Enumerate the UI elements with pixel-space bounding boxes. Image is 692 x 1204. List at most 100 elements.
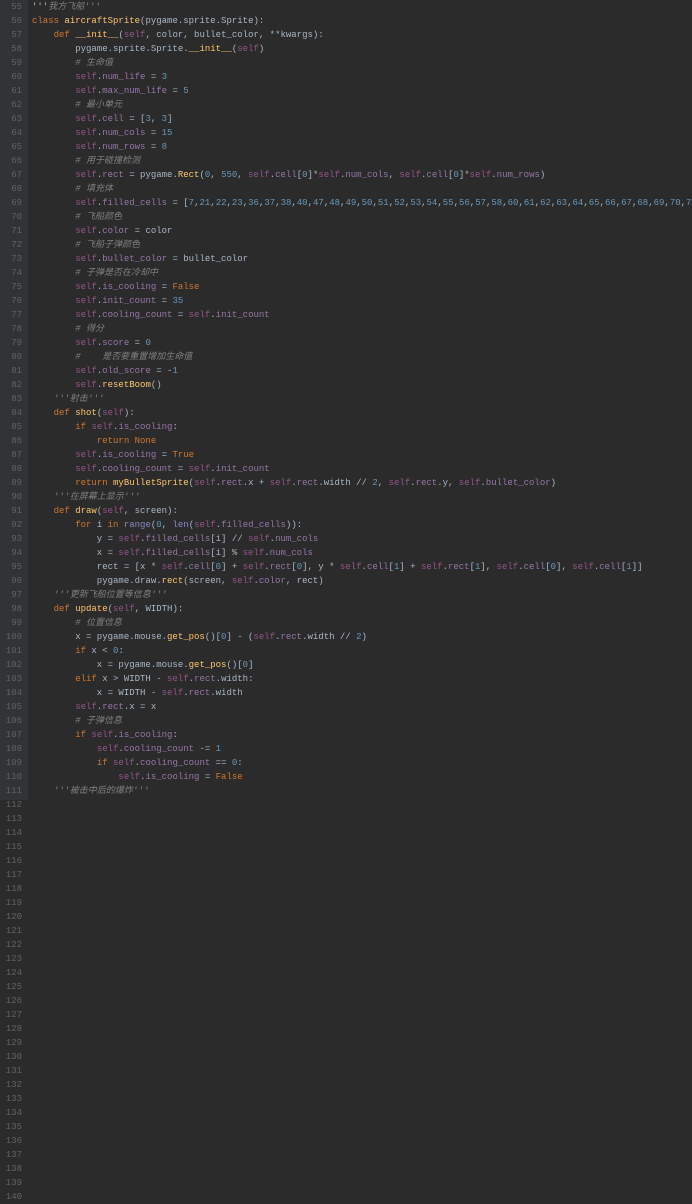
code-line[interactable]: self.num_rows = 8 (32, 140, 688, 154)
code-line[interactable]: class aircraftSprite(pygame.sprite.Sprit… (32, 14, 688, 28)
code-line[interactable]: self.is_cooling = True (32, 448, 688, 462)
line-number: 140 (4, 1190, 22, 1204)
line-number: 127 (4, 1008, 22, 1022)
line-number: 80 (4, 350, 22, 364)
code-line[interactable]: self.cooling_count -= 1 (32, 742, 688, 756)
line-number: 95 (4, 560, 22, 574)
code-line[interactable]: self.cooling_count = self.init_count (32, 462, 688, 476)
code-line[interactable]: '''我方飞船''' (32, 0, 688, 14)
code-line[interactable]: # 是否要重置增加生命值 (32, 350, 688, 364)
code-line[interactable]: # 填充体 (32, 182, 688, 196)
line-number: 130 (4, 1050, 22, 1064)
line-number: 100 (4, 630, 22, 644)
code-line[interactable]: self.resetBoom() (32, 378, 688, 392)
line-number: 109 (4, 756, 22, 770)
line-number: 137 (4, 1148, 22, 1162)
line-number: 94 (4, 546, 22, 560)
line-number: 69 (4, 196, 22, 210)
code-line[interactable]: # 子弹信息 (32, 714, 688, 728)
code-line[interactable]: def draw(self, screen): (32, 504, 688, 518)
line-number: 96 (4, 574, 22, 588)
code-line[interactable]: if self.is_cooling: (32, 728, 688, 742)
line-number: 92 (4, 518, 22, 532)
code-line[interactable]: # 用于碰撞检测 (32, 154, 688, 168)
code-line[interactable]: if self.is_cooling: (32, 420, 688, 434)
line-number: 73 (4, 252, 22, 266)
line-number: 61 (4, 84, 22, 98)
code-line[interactable]: # 最小单元 (32, 98, 688, 112)
code-line[interactable]: self.is_cooling = False (32, 280, 688, 294)
line-number: 134 (4, 1106, 22, 1120)
code-line[interactable]: self.num_life = 3 (32, 70, 688, 84)
line-number: 79 (4, 336, 22, 350)
code-line[interactable]: x = pygame.mouse.get_pos()[0] (32, 658, 688, 672)
line-number: 139 (4, 1176, 22, 1190)
code-line[interactable]: '''射击''' (32, 392, 688, 406)
code-line[interactable]: for i in range(0, len(self.filled_cells)… (32, 518, 688, 532)
code-line[interactable]: elif x > WIDTH - self.rect.width: (32, 672, 688, 686)
line-number: 124 (4, 966, 22, 980)
line-number: 77 (4, 308, 22, 322)
line-number: 138 (4, 1162, 22, 1176)
line-number: 67 (4, 168, 22, 182)
line-number: 135 (4, 1120, 22, 1134)
code-line[interactable]: self.color = color (32, 224, 688, 238)
code-line[interactable]: x = WIDTH - self.rect.width (32, 686, 688, 700)
code-line[interactable]: self.num_cols = 15 (32, 126, 688, 140)
code-line[interactable]: if x < 0: (32, 644, 688, 658)
code-line[interactable]: if self.cooling_count == 0: (32, 756, 688, 770)
line-number: 123 (4, 952, 22, 966)
code-line[interactable]: return myBulletSprite(self.rect.x + self… (32, 476, 688, 490)
code-line[interactable]: x = pygame.mouse.get_pos()[0] - (self.re… (32, 630, 688, 644)
code-line[interactable]: '''被击中后的爆炸''' (32, 784, 688, 798)
code-line[interactable]: def __init__(self, color, bullet_color, … (32, 28, 688, 42)
line-number: 59 (4, 56, 22, 70)
line-number: 72 (4, 238, 22, 252)
line-number: 91 (4, 504, 22, 518)
code-line[interactable]: self.rect.x = x (32, 700, 688, 714)
code-line[interactable]: self.bullet_color = bullet_color (32, 252, 688, 266)
code-line[interactable]: self.is_cooling = False (32, 770, 688, 784)
code-line[interactable]: # 飞船颜色 (32, 210, 688, 224)
code-line[interactable]: x = self.filled_cells[i] % self.num_cols (32, 546, 688, 560)
line-number: 70 (4, 210, 22, 224)
line-number: 64 (4, 126, 22, 140)
code-editor-content[interactable]: '''我方飞船'''class aircraftSprite(pygame.sp… (28, 0, 692, 800)
line-number: 125 (4, 980, 22, 994)
code-line[interactable]: def shot(self): (32, 406, 688, 420)
code-line[interactable]: self.score = 0 (32, 336, 688, 350)
code-line[interactable]: # 飞船子弹颜色 (32, 238, 688, 252)
line-number: 83 (4, 392, 22, 406)
code-line[interactable]: self.filled_cells = [7,21,22,23,36,37,38… (32, 196, 688, 210)
line-number: 75 (4, 280, 22, 294)
code-line[interactable]: self.rect = pygame.Rect(0, 550, self.cel… (32, 168, 688, 182)
code-line[interactable]: self.init_count = 35 (32, 294, 688, 308)
code-line[interactable]: self.cooling_count = self.init_count (32, 308, 688, 322)
code-line[interactable]: pygame.sprite.Sprite.__init__(self) (32, 42, 688, 56)
code-line[interactable]: return None (32, 434, 688, 448)
line-number: 85 (4, 420, 22, 434)
code-line[interactable]: # 得分 (32, 322, 688, 336)
code-line[interactable]: '''在屏幕上显示''' (32, 490, 688, 504)
code-line[interactable]: self.old_score = -1 (32, 364, 688, 378)
line-number: 136 (4, 1134, 22, 1148)
code-line[interactable]: rect = [x * self.cell[0] + self.rect[0],… (32, 560, 688, 574)
code-line[interactable]: self.max_num_life = 5 (32, 84, 688, 98)
line-number: 110 (4, 770, 22, 784)
code-line[interactable]: # 子弹是否在冷却中 (32, 266, 688, 280)
code-line[interactable]: '''更新飞船位置等信息''' (32, 588, 688, 602)
line-number: 88 (4, 462, 22, 476)
code-line[interactable]: self.cell = [3, 3] (32, 112, 688, 126)
line-number: 108 (4, 742, 22, 756)
code-line[interactable]: def update(self, WIDTH): (32, 602, 688, 616)
line-number: 112 (4, 798, 22, 812)
code-line[interactable]: pygame.draw.rect(screen, self.color, rec… (32, 574, 688, 588)
code-line[interactable]: y = self.filled_cells[i] // self.num_col… (32, 532, 688, 546)
line-number-gutter: 5556575859606162636465666768697071727374… (0, 0, 28, 800)
line-number: 120 (4, 910, 22, 924)
line-number: 114 (4, 826, 22, 840)
code-line[interactable]: # 生命值 (32, 56, 688, 70)
line-number: 81 (4, 364, 22, 378)
line-number: 113 (4, 812, 22, 826)
code-line[interactable]: # 位置信息 (32, 616, 688, 630)
